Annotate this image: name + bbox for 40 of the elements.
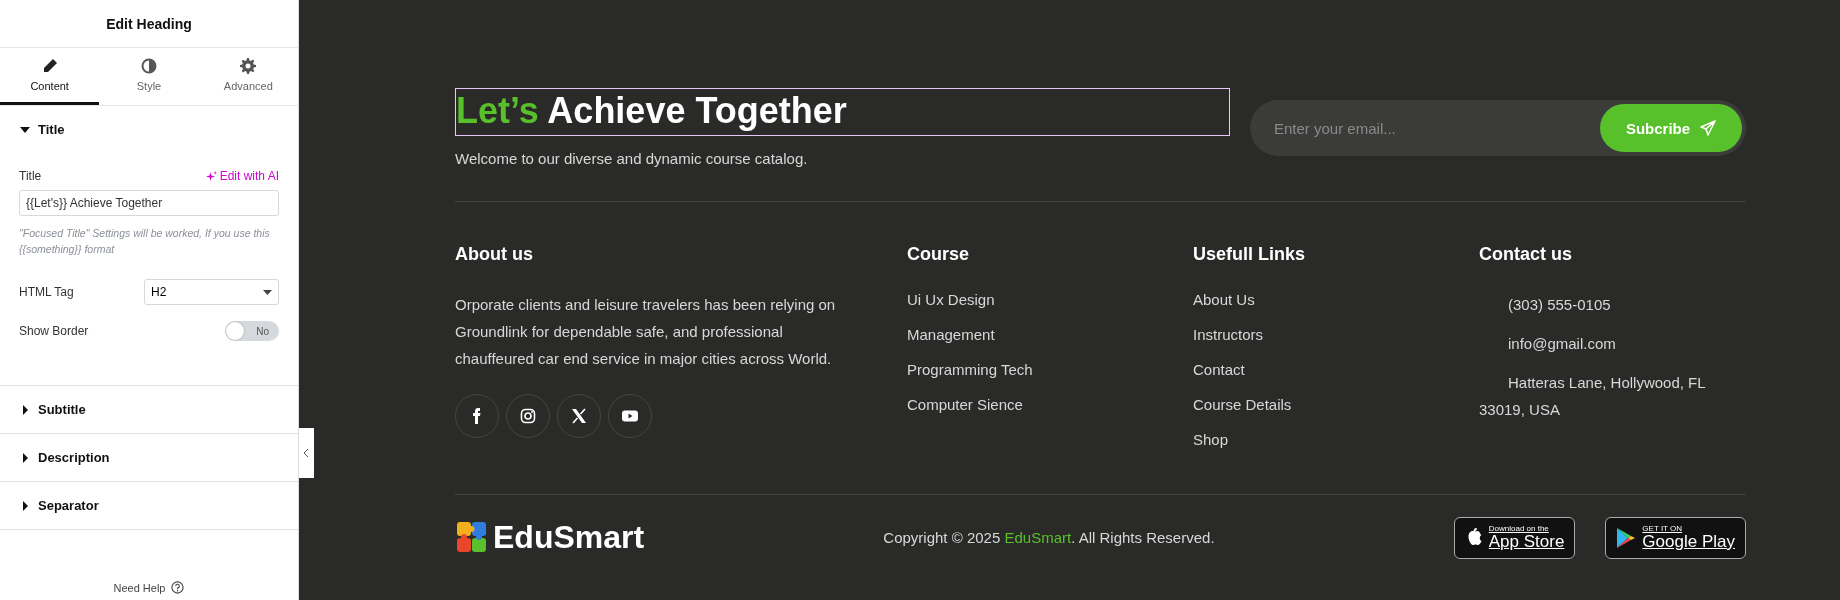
edit-with-ai-link[interactable]: Edit with AI — [205, 169, 279, 183]
tagline: Welcome to our diverse and dynamic course catalog. — [455, 150, 809, 167]
store-badge[interactable]: Download on the App Store — [1453, 516, 1576, 559]
footer-link[interactable]: Instructors — [1193, 326, 1264, 343]
need-help-link[interactable]: Need Help — [113, 581, 166, 594]
contact-detail: info@gmail.com — [1507, 334, 1617, 354]
column-heading: Contact us — [1479, 244, 1573, 265]
brand-name: EduSmart — [493, 519, 645, 556]
field-label: Show Border — [19, 324, 89, 338]
contact-detail: (303) 555-0105 — [1507, 295, 1612, 315]
footer-link[interactable]: Computer Sience — [907, 396, 1023, 413]
show-border-toggle[interactable]: No — [225, 321, 279, 341]
footer-link[interactable]: Shop — [1193, 431, 1229, 448]
title-input-field[interactable]: {{Let's}} Achieve Together — [19, 190, 279, 216]
column-heading: About us — [455, 244, 534, 265]
footer-link[interactable]: Course Details — [1193, 396, 1292, 413]
field-hint: "Focused Title" Settings will be worked, If you use this {{something}} format — [19, 226, 271, 257]
footer-link[interactable]: Management — [907, 326, 995, 343]
field-label: Title — [19, 169, 42, 183]
panel-tab[interactable]: Style — [99, 48, 199, 105]
footer-link[interactable]: About Us — [1193, 291, 1255, 308]
column-heading: Usefull Links — [1193, 244, 1307, 265]
contact-detail: Hatteras Lane, Hollywood, FL 33019, USA — [1479, 373, 1707, 420]
panel-title: Edit Heading — [106, 15, 192, 32]
section-header[interactable]: Subtitle — [0, 386, 298, 433]
footer-link[interactable]: Programming Tech — [907, 361, 1033, 378]
section-header[interactable]: Separator — [0, 482, 298, 529]
section-heading: Let’s Achieve Together — [455, 88, 1230, 136]
about-text: Orporate clients and leisure travelers has been relying on Groundlink for dependable safe, and professional chauffeured car end service in major cities across World. — [455, 295, 837, 369]
copyright-text: Copyright © 2025 EduSmart. All Rights Reserved. — [883, 529, 1215, 546]
html-tag-select[interactable]: H2 — [144, 279, 279, 305]
panel-tab[interactable]: Content — [0, 48, 100, 105]
section-header[interactable]: Description — [0, 434, 298, 481]
column-heading: Course — [907, 244, 970, 265]
field-label: HTML Tag — [19, 285, 74, 299]
store-badge[interactable]: GET IT ON Google Play — [1605, 516, 1746, 559]
section-header[interactable]: Title — [0, 106, 298, 153]
panel-tab[interactable]: Advanced — [198, 48, 298, 105]
footer-link[interactable]: Contact — [1193, 361, 1245, 378]
footer-link[interactable]: Ui Ux Design — [907, 291, 995, 308]
